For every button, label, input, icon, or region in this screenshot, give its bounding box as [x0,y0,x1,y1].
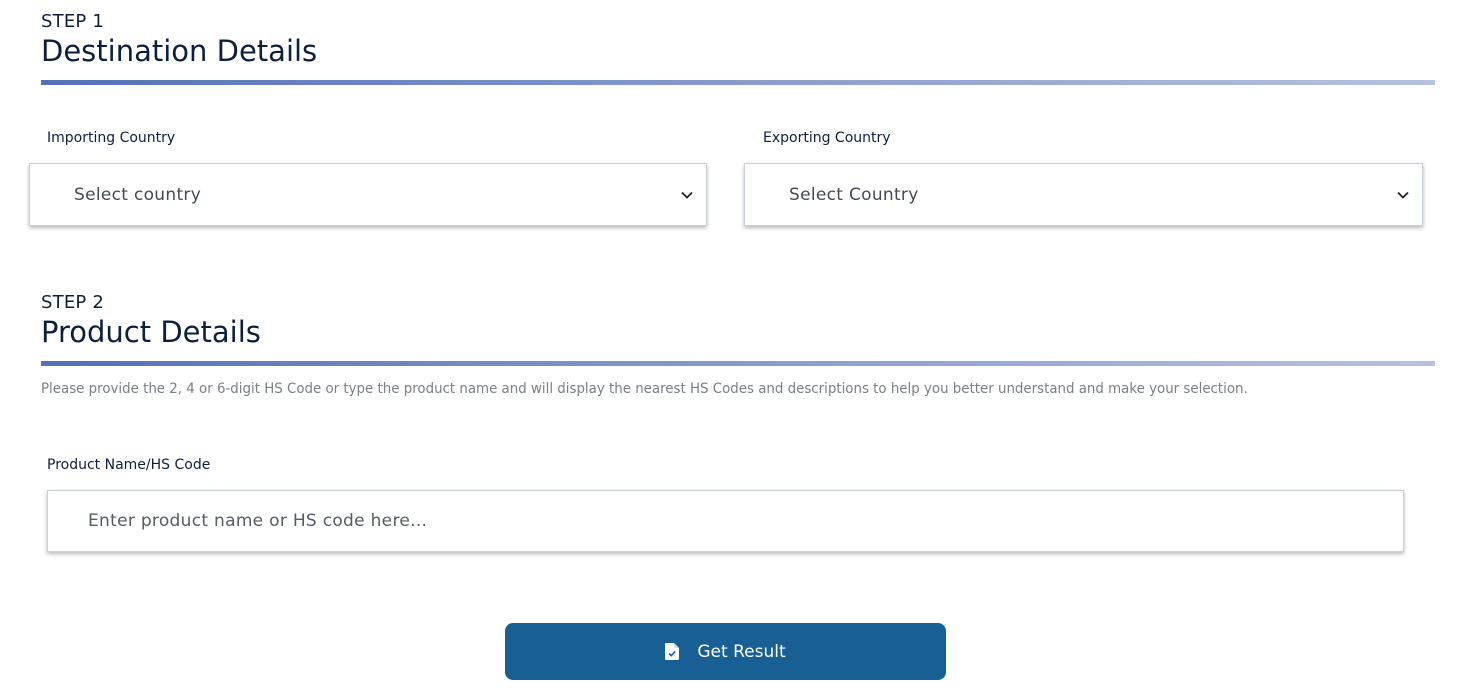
step2-title: Product Details [41,315,261,349]
chevron-down-icon [1396,188,1410,202]
exporting-country-value: Select Country [789,184,919,205]
step1-divider [41,80,1435,85]
product-name-label: Product Name/HS Code [47,457,211,473]
hs-code-help-text: Please provide the 2, 4 or 6-digit HS Co… [41,381,1248,397]
exporting-country-label: Exporting Country [763,130,891,146]
step2-divider [41,361,1435,366]
page: STEP 1 Destination Details Importing Cou… [0,0,1460,691]
get-result-label: Get Result [697,641,786,662]
importing-country-value: Select country [74,184,202,205]
step1-header: STEP 1 Destination Details [41,11,318,69]
importing-country-label: Importing Country [47,130,176,146]
step1-kicker: STEP 1 [41,11,105,32]
step2-header: STEP 2 Product Details [41,292,261,350]
exporting-country-select[interactable]: Select Country [744,163,1423,226]
importing-country-select[interactable]: Select country [29,163,707,226]
file-check-icon [665,642,681,661]
step1-title: Destination Details [41,34,318,68]
step2-kicker: STEP 2 [41,292,105,313]
get-result-button[interactable]: Get Result [505,623,946,680]
chevron-down-icon [680,188,694,202]
product-name-input[interactable] [47,490,1404,552]
